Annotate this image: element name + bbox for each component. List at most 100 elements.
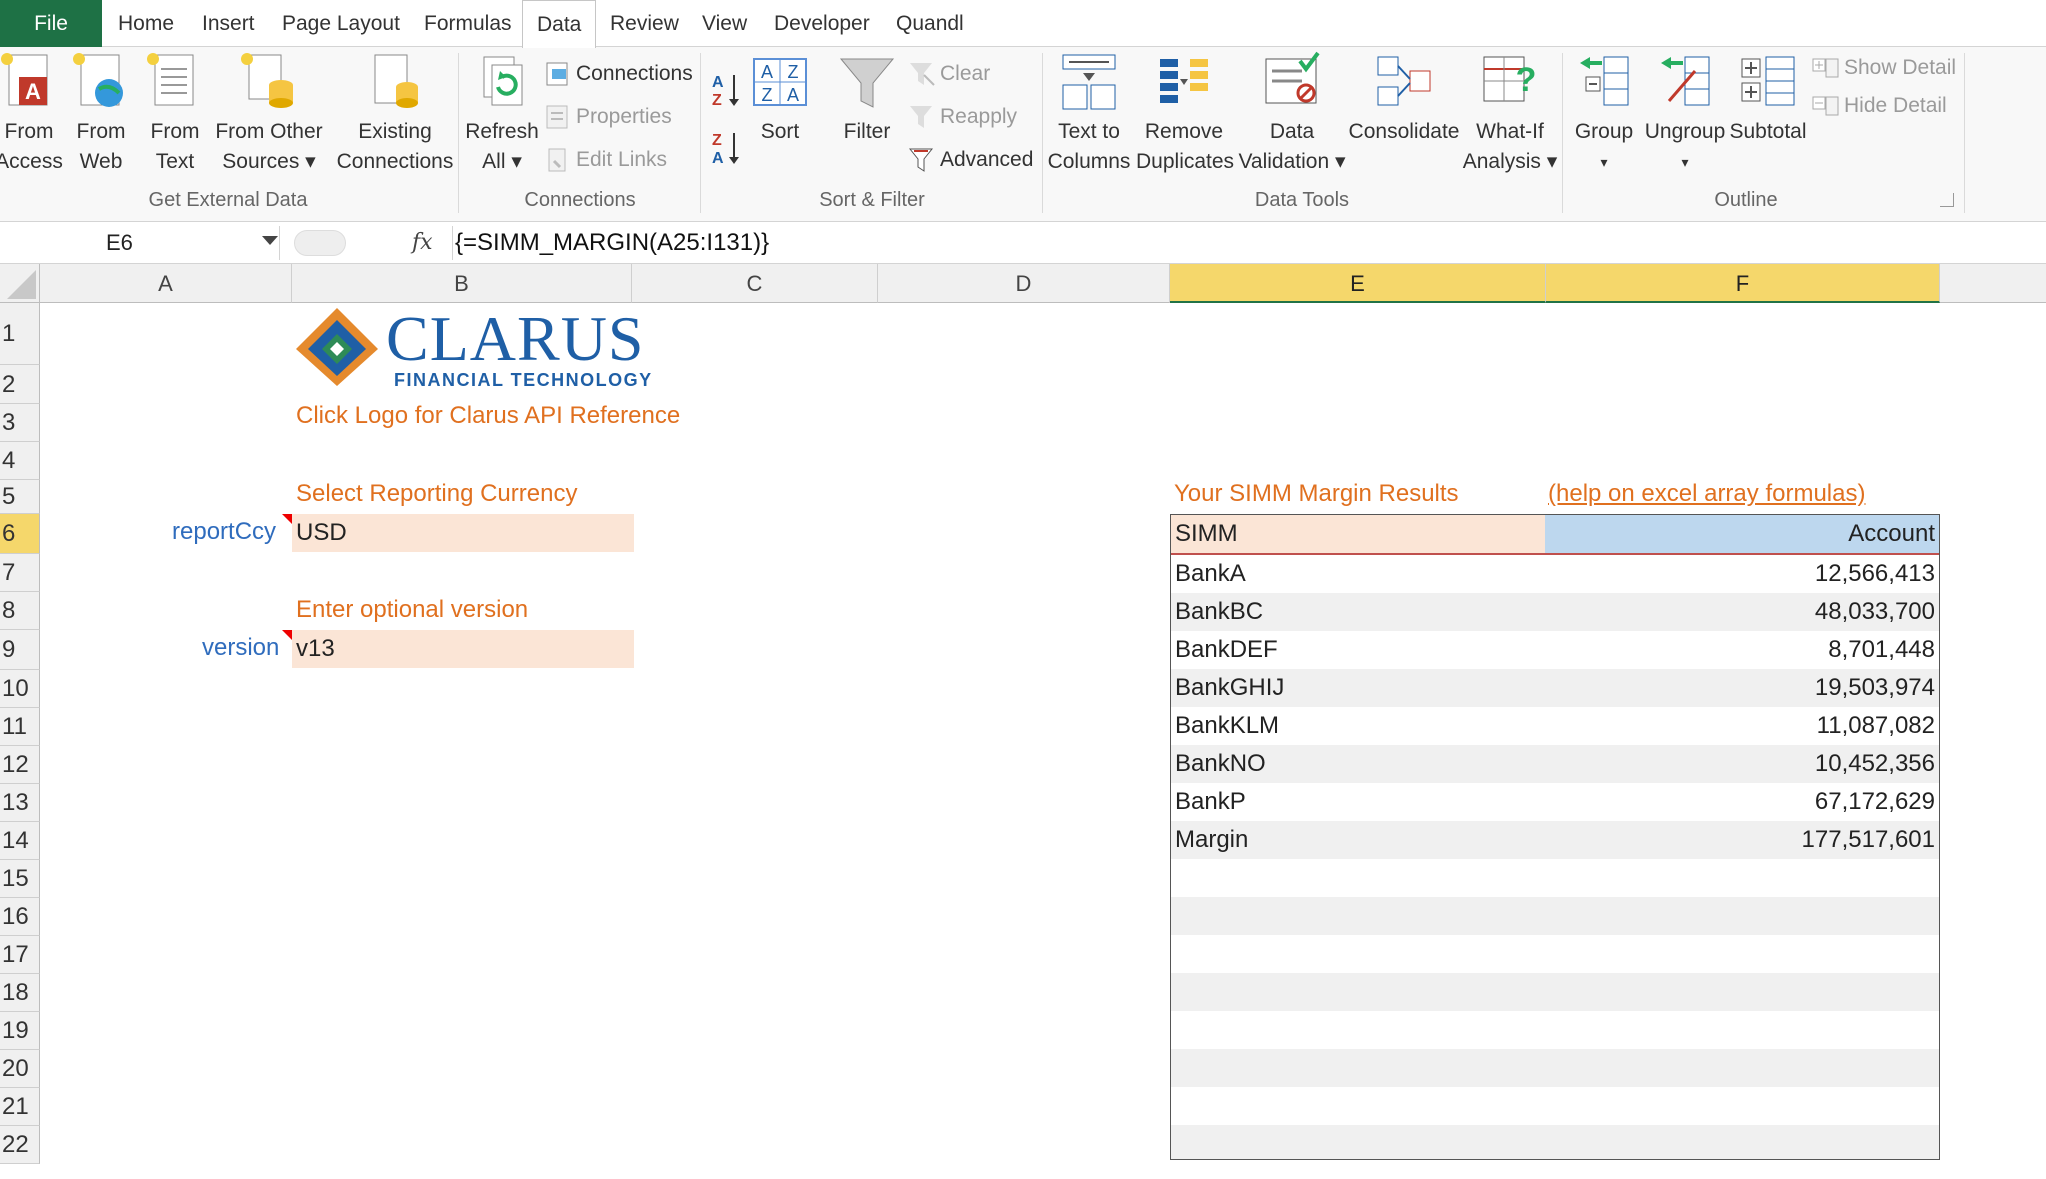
column-header-a[interactable]: A [40,264,292,303]
properties-button[interactable]: Properties [544,100,672,134]
sort-button[interactable]: AZZA Sort [748,51,812,147]
connections-button[interactable]: Connections [544,57,693,91]
advanced-filter-button[interactable]: Advanced [908,143,1033,177]
empty-table-row[interactable] [1171,973,1939,1011]
table-row[interactable]: BankBC 48,033,700 [1171,593,1939,631]
empty-table-row[interactable] [1171,1125,1939,1159]
table-row[interactable]: BankA 12,566,413 [1171,555,1939,593]
properties-icon [544,104,572,130]
row-header[interactable]: 16 [0,898,40,936]
empty-table-row[interactable] [1171,935,1939,973]
what-if-analysis-button[interactable]: ? What-If Analysis ▾ [1462,51,1558,177]
empty-table-row[interactable] [1171,897,1939,935]
row-header[interactable]: 8 [0,592,40,630]
chevron-down-icon[interactable] [262,236,278,245]
group-icon [1574,51,1634,115]
table-row[interactable]: BankP 67,172,629 [1171,783,1939,821]
text-to-columns-button[interactable]: Text to Columns [1044,51,1134,177]
row-header[interactable]: 4 [0,442,40,480]
tab-file[interactable]: File [0,0,102,47]
row-header[interactable]: 13 [0,784,40,822]
clear-filter-button[interactable]: Clear [908,57,990,91]
logo-link-text[interactable]: Click Logo for Clarus API Reference [296,402,680,430]
hide-detail-button[interactable]: Hide Detail [1812,89,1947,123]
sort-descending-button[interactable]: ZA [710,127,744,167]
tab-page-layout[interactable]: Page Layout [268,0,414,47]
currency-input[interactable]: USD [292,514,634,552]
column-header-d[interactable]: D [878,264,1170,303]
remove-duplicates-button[interactable]: Remove Duplicates [1136,51,1234,177]
row-header[interactable]: 14 [0,822,40,860]
name-box[interactable]: E6 [0,226,280,260]
existing-connections-button[interactable]: Existing Connections [334,51,456,177]
sort-ascending-button[interactable]: AZ [710,69,744,109]
row-header[interactable]: 3 [0,404,40,442]
dialog-launcher-icon[interactable] [1940,193,1954,207]
filter-funnel-icon [837,51,897,115]
tab-view[interactable]: View [688,0,761,47]
column-header-e[interactable]: E [1170,264,1546,303]
from-web-button[interactable]: From Web [66,51,136,177]
formula-bar-handle[interactable] [294,230,346,256]
group-button[interactable]: Group ▾ [1566,51,1642,177]
row-header[interactable]: 1 [0,303,40,365]
consolidate-button[interactable]: Consolidate [1348,51,1460,147]
reapply-button[interactable]: Reapply [908,100,1017,134]
filter-button[interactable]: Filter [832,51,902,147]
formula-input[interactable]: {=SIMM_MARGIN(A25:I131)} [452,226,769,260]
row-header[interactable]: 20 [0,1050,40,1088]
row-header[interactable]: 11 [0,708,40,746]
row-header[interactable]: 19 [0,1012,40,1050]
tab-data[interactable]: Data [522,0,597,48]
table-row[interactable]: Margin 177,517,601 [1171,821,1939,859]
results-header-account-cell[interactable]: Account [1545,515,1939,553]
row-header[interactable]: 7 [0,554,40,592]
column-header-c[interactable]: C [632,264,878,303]
refresh-all-button[interactable]: Refresh All ▾ [462,51,542,177]
tab-formulas[interactable]: Formulas [410,0,526,47]
select-all-corner[interactable] [0,264,40,303]
from-other-sources-button[interactable]: From Other Sources ▾ [210,51,328,177]
table-row[interactable]: BankDEF 8,701,448 [1171,631,1939,669]
row-header[interactable]: 5 [0,480,40,514]
row-header[interactable]: 10 [0,670,40,708]
show-detail-button[interactable]: Show Detail [1812,51,1956,85]
column-header-f[interactable]: F [1546,264,1940,303]
column-header-b[interactable]: B [292,264,632,303]
tab-review[interactable]: Review [596,0,693,47]
tab-quandl[interactable]: Quandl [882,0,978,47]
from-access-button[interactable]: A From Access [0,51,64,177]
row-header[interactable]: 15 [0,860,40,898]
from-text-button[interactable]: From Text [140,51,210,177]
subtotal-button[interactable]: Subtotal [1726,51,1810,147]
tab-insert[interactable]: Insert [188,0,269,47]
table-row[interactable]: BankNO 10,452,356 [1171,745,1939,783]
comment-indicator[interactable] [282,630,292,640]
tab-home[interactable]: Home [104,0,188,47]
result-value: 8,701,448 [1828,636,1935,663]
tab-developer[interactable]: Developer [760,0,884,47]
empty-table-row[interactable] [1171,1087,1939,1125]
row-header[interactable]: 21 [0,1088,40,1126]
group-label-get-external-data: Get External Data [148,189,308,211]
empty-table-row[interactable] [1171,1011,1939,1049]
row-header[interactable]: 2 [0,365,40,404]
empty-table-row[interactable] [1171,859,1939,897]
row-header[interactable]: 12 [0,746,40,784]
row-header[interactable]: 18 [0,974,40,1012]
version-input[interactable]: v13 [292,630,634,668]
row-header[interactable]: 6 [0,514,40,554]
row-header[interactable]: 17 [0,936,40,974]
data-validation-button[interactable]: Data Validation ▾ [1234,51,1350,177]
ungroup-button[interactable]: Ungroup ▾ [1642,51,1728,177]
insert-function-icon[interactable]: fx [412,226,433,260]
table-row[interactable]: BankGHIJ 19,503,974 [1171,669,1939,707]
clarus-logo[interactable]: CLARUS FINANCIAL TECHNOLOGY [294,306,654,390]
empty-table-row[interactable] [1171,1049,1939,1087]
edit-links-button[interactable]: Edit Links [544,143,667,177]
row-header[interactable]: 9 [0,630,40,670]
array-formula-help-link[interactable]: (help on excel array formulas) [1548,480,1865,508]
row-header[interactable]: 22 [0,1126,40,1164]
comment-indicator[interactable] [282,514,292,524]
table-row[interactable]: BankKLM 11,087,082 [1171,707,1939,745]
